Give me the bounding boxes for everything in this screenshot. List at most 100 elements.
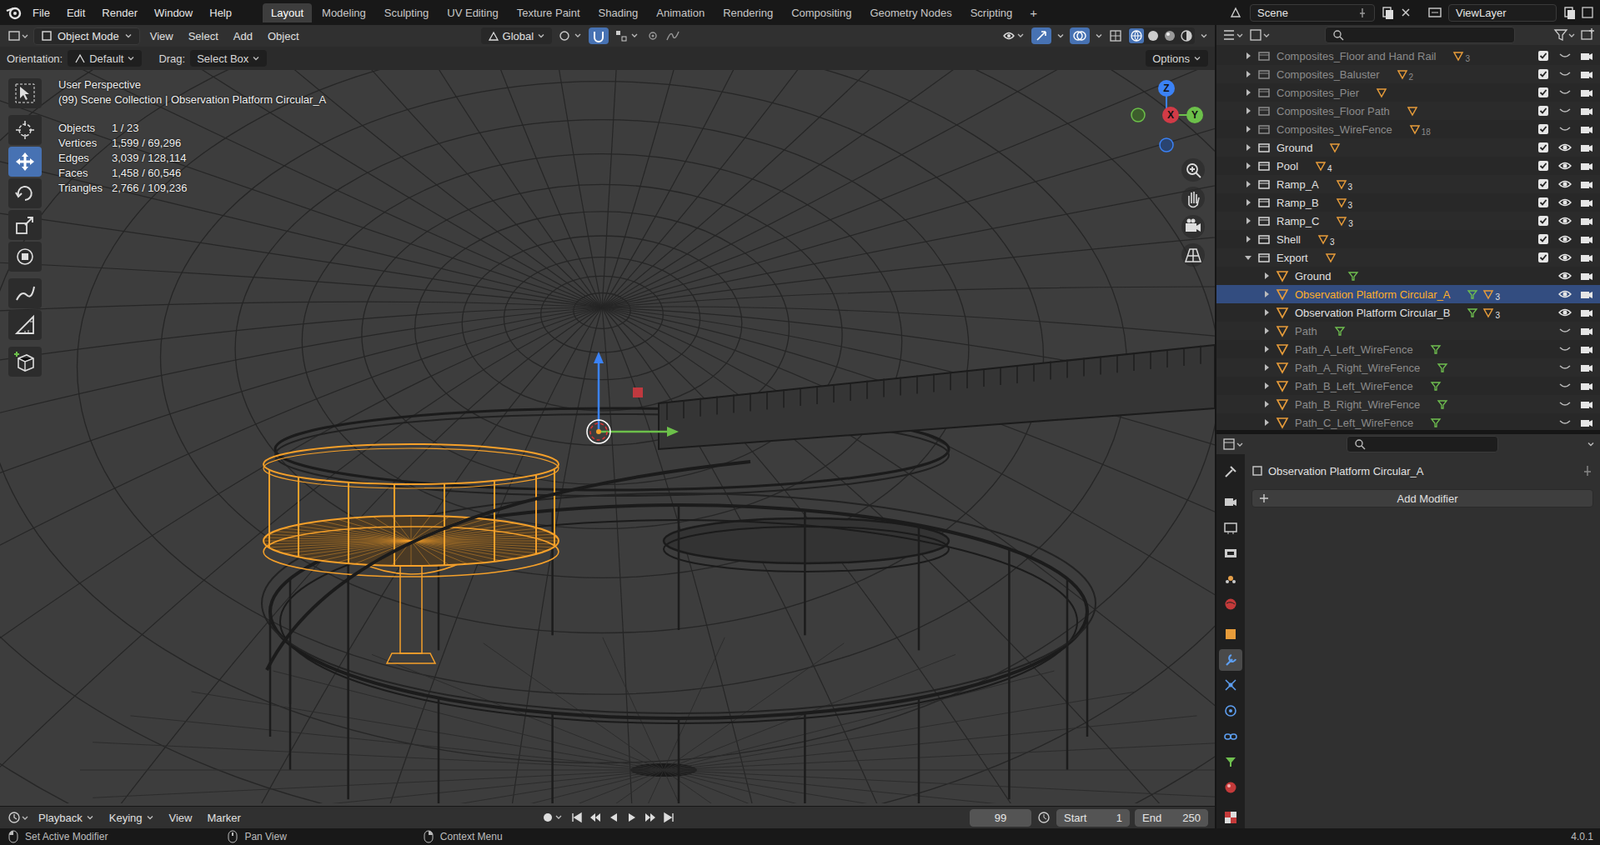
- snap-toggle[interactable]: [588, 27, 609, 45]
- expand-toggle[interactable]: [1243, 50, 1254, 61]
- include-checkbox-icon[interactable]: [1536, 232, 1550, 246]
- tool-button[interactable]: [8, 346, 42, 377]
- nav-button[interactable]: [1181, 215, 1205, 239]
- expand-toggle[interactable]: [1261, 270, 1272, 281]
- menu-item[interactable]: View: [145, 28, 179, 45]
- workspace-tab[interactable]: Layout: [262, 3, 312, 23]
- expand-toggle[interactable]: [1261, 326, 1272, 337]
- render-icon[interactable]: [1579, 342, 1594, 357]
- outliner-row[interactable]: Ramp_B3: [1216, 193, 1600, 212]
- orientation-dropdown[interactable]: Global: [481, 27, 553, 45]
- drag-dropdown[interactable]: Select Box: [190, 50, 267, 67]
- include-checkbox-icon[interactable]: [1536, 104, 1550, 118]
- falloff-icon[interactable]: [665, 28, 681, 44]
- previous-key-icon[interactable]: [587, 810, 603, 826]
- menu-item[interactable]: Add: [228, 28, 258, 45]
- view-layer-icon[interactable]: [1426, 5, 1444, 21]
- visibility-toggle[interactable]: [1558, 324, 1572, 338]
- properties-tab[interactable]: [1218, 807, 1243, 830]
- properties-tab[interactable]: [1218, 461, 1243, 483]
- pin-icon[interactable]: [1581, 465, 1594, 477]
- visibility-toggle[interactable]: [1558, 177, 1572, 191]
- tool-button[interactable]: [8, 146, 42, 177]
- expand-toggle[interactable]: [1243, 234, 1254, 245]
- include-checkbox-icon[interactable]: [1536, 159, 1550, 173]
- properties-tab[interactable]: [1218, 516, 1243, 539]
- navigation-gizmo[interactable]: XYZ: [1129, 76, 1210, 157]
- expand-toggle[interactable]: [1243, 179, 1254, 190]
- properties-tab[interactable]: [1218, 751, 1243, 773]
- include-checkbox-icon[interactable]: [1536, 122, 1550, 136]
- pin-icon[interactable]: [1357, 6, 1368, 19]
- xray-icon[interactable]: [1108, 28, 1124, 44]
- visibility-toggle[interactable]: [1558, 305, 1572, 320]
- outliner-row[interactable]: Observation Platform Circular_A3: [1216, 285, 1600, 304]
- menu-item[interactable]: Help: [201, 4, 240, 22]
- jump-end-icon[interactable]: [661, 810, 677, 826]
- outliner-row[interactable]: Path_A_Left_WireFence: [1216, 340, 1600, 359]
- outliner-row[interactable]: Path: [1216, 321, 1600, 341]
- timeline-editor-icon[interactable]: [6, 810, 29, 826]
- current-frame-field[interactable]: 99: [969, 809, 1032, 828]
- outliner-row[interactable]: Path_B_Right_WireFence: [1216, 395, 1600, 414]
- filter-icon[interactable]: [1553, 27, 1575, 43]
- visibility-toggle[interactable]: [1558, 104, 1572, 118]
- workspace-tab[interactable]: Modeling: [313, 3, 375, 23]
- timeline-menu[interactable]: Keying: [104, 810, 160, 827]
- gizmo-toggle[interactable]: [1031, 27, 1052, 45]
- play-reverse-icon[interactable]: [606, 810, 622, 826]
- workspace-tab[interactable]: Rendering: [714, 3, 782, 23]
- add-modifier-button[interactable]: Add Modifier: [1251, 489, 1594, 508]
- record-icon[interactable]: [539, 809, 565, 827]
- outliner-row[interactable]: Composites_Pier: [1216, 83, 1600, 102]
- pivot-icon[interactable]: [556, 28, 584, 44]
- visibility-toggle[interactable]: [1558, 361, 1572, 375]
- editor-type-icon[interactable]: [6, 28, 29, 44]
- expand-toggle[interactable]: [1261, 362, 1272, 373]
- visibility-toggle[interactable]: [1558, 140, 1572, 155]
- start-frame-field[interactable]: Start1: [1056, 809, 1130, 828]
- tool-button[interactable]: [8, 115, 42, 146]
- transform-orientation-dropdown[interactable]: Default: [67, 50, 142, 67]
- expand-toggle[interactable]: [1243, 252, 1254, 263]
- include-checkbox-icon[interactable]: [1536, 67, 1550, 81]
- expand-toggle[interactable]: [1243, 215, 1254, 226]
- outliner-row[interactable]: Ramp_A3: [1216, 175, 1600, 194]
- expand-toggle[interactable]: [1243, 87, 1254, 98]
- outliner-row[interactable]: Export: [1216, 248, 1600, 267]
- outliner-row[interactable]: Composites_WireFence18: [1216, 120, 1600, 139]
- next-key-icon[interactable]: [642, 810, 658, 826]
- properties-tab[interactable]: [1218, 542, 1243, 565]
- snap-target-icon[interactable]: [613, 28, 641, 44]
- include-checkbox-icon[interactable]: [1536, 140, 1550, 155]
- visibility-toggle[interactable]: [1558, 195, 1572, 210]
- properties-tab[interactable]: [1218, 777, 1243, 799]
- expand-toggle[interactable]: [1243, 105, 1254, 116]
- menu-item[interactable]: File: [25, 4, 58, 22]
- outliner-row[interactable]: Observation Platform Circular_B3: [1216, 303, 1600, 322]
- visibility-toggle[interactable]: [1558, 67, 1572, 81]
- tool-button[interactable]: [8, 241, 42, 272]
- expand-toggle[interactable]: [1261, 344, 1272, 355]
- tool-button[interactable]: [8, 78, 42, 109]
- outliner-row[interactable]: Path_C_Left_WireFence: [1216, 413, 1600, 431]
- workspace-tab[interactable]: Scripting: [962, 3, 1022, 23]
- properties-search[interactable]: [1346, 436, 1499, 453]
- include-checkbox-icon[interactable]: [1536, 49, 1550, 63]
- menu-item[interactable]: Window: [146, 4, 201, 22]
- outliner-row[interactable]: Pool4: [1216, 156, 1600, 176]
- properties-tab[interactable]: [1218, 649, 1243, 672]
- outliner-row[interactable]: Ground: [1216, 266, 1600, 286]
- expand-toggle[interactable]: [1261, 399, 1272, 410]
- render-icon[interactable]: [1579, 361, 1594, 375]
- properties-tab[interactable]: [1218, 567, 1243, 590]
- options-dropdown[interactable]: Options: [1145, 50, 1209, 67]
- render-icon[interactable]: [1579, 140, 1594, 155]
- expand-toggle[interactable]: [1261, 381, 1272, 392]
- properties-tab[interactable]: [1218, 675, 1243, 698]
- properties-tab[interactable]: [1218, 700, 1243, 723]
- render-icon[interactable]: [1579, 122, 1594, 136]
- visibility-toggle[interactable]: [1558, 49, 1572, 63]
- viewport[interactable]: User Perspective(99) Scene Collection | …: [0, 70, 1215, 807]
- new-collection-icon[interactable]: [1579, 27, 1595, 43]
